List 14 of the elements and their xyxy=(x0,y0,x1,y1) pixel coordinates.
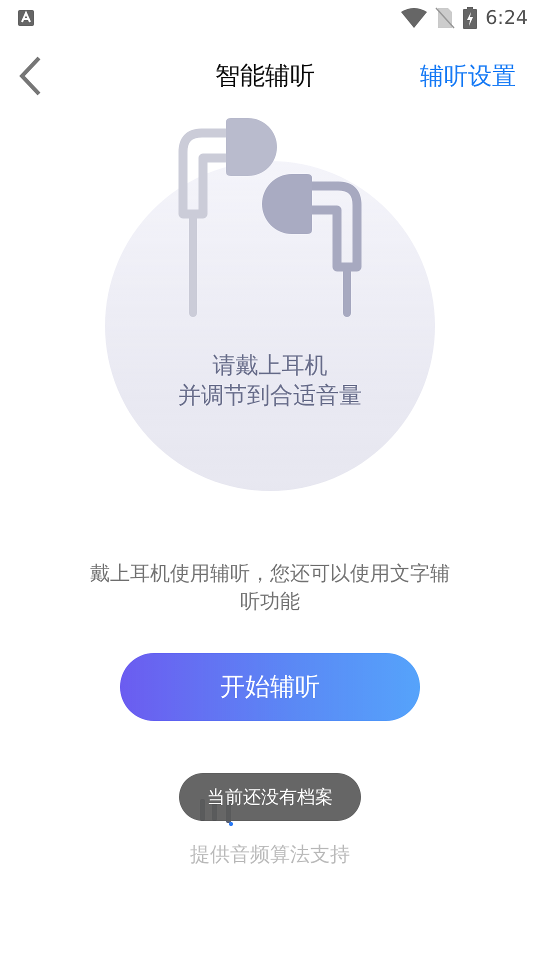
back-icon xyxy=(18,56,42,96)
toast-message: 当前还没有档案 xyxy=(179,773,361,821)
battery-charging-icon xyxy=(463,7,478,29)
wifi-icon xyxy=(401,8,428,28)
page-title: 智能辅听 xyxy=(215,60,315,92)
start-button[interactable]: 开始辅听 xyxy=(120,653,420,721)
status-time: 6:24 xyxy=(485,6,528,31)
prompt-text: 并调节到合适音量 xyxy=(177,382,363,411)
keyboard-icon xyxy=(18,10,34,26)
prompt-text: 请戴上耳机 xyxy=(212,352,328,381)
settings-link[interactable]: 辅听设置 xyxy=(420,58,516,94)
no-sim-icon xyxy=(435,7,456,29)
support-text: 提供音频算法支持 xyxy=(189,841,351,868)
hint-text: 戴上耳机使用辅听，您还可以使用文字辅听功能 xyxy=(89,560,451,615)
